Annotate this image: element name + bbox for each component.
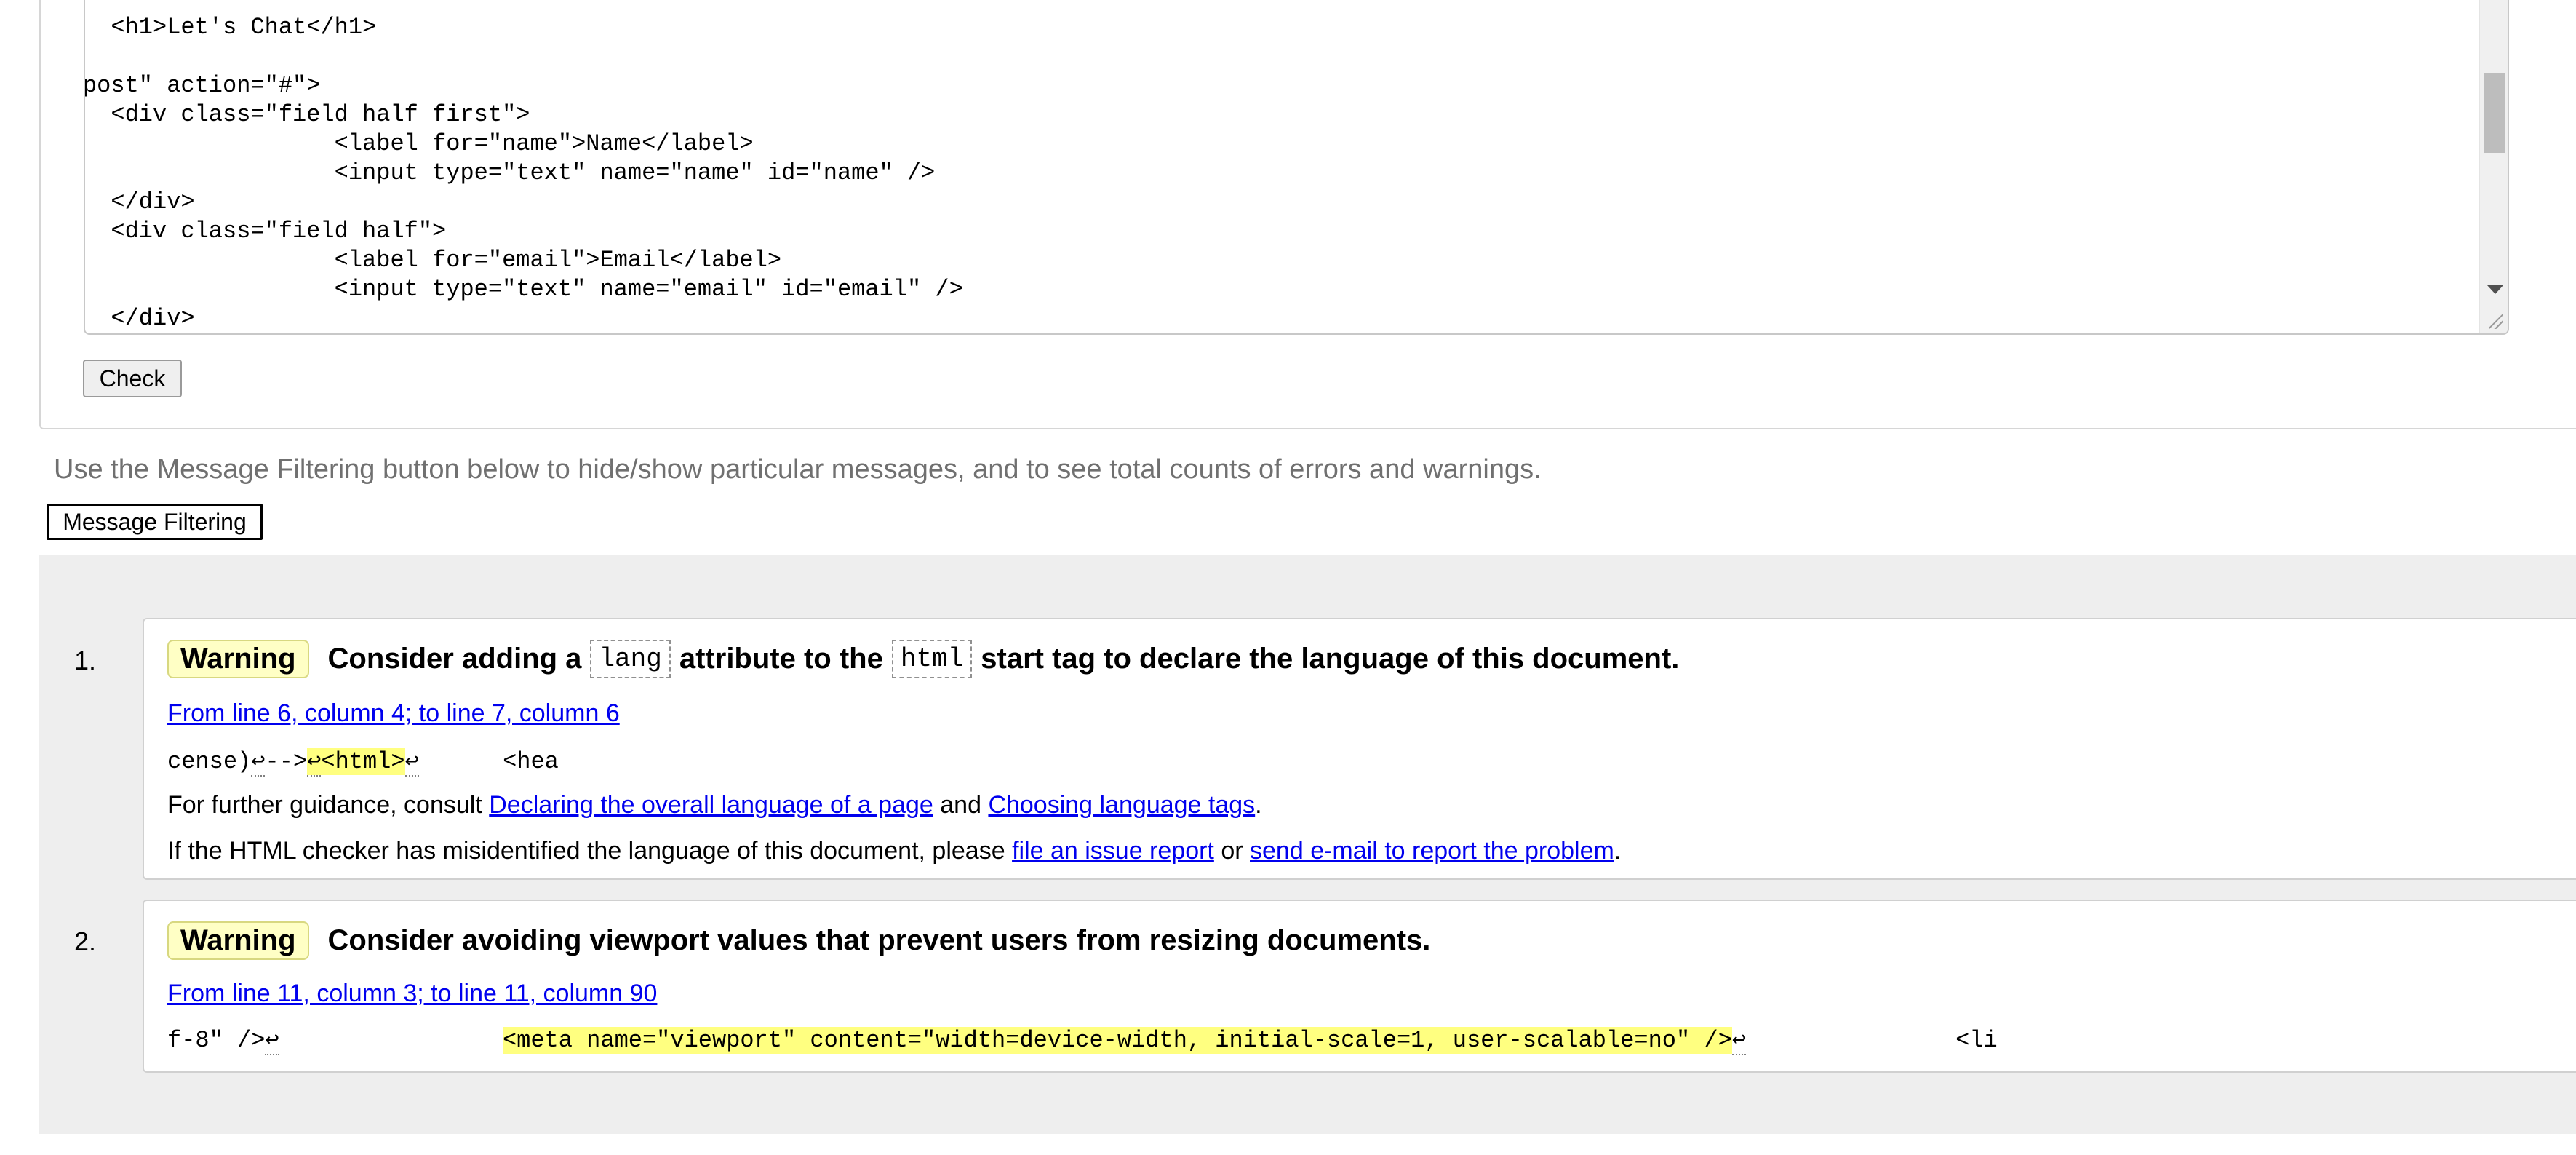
highlighted-extract: <meta name="viewport" content="width=dev… [502, 1027, 1732, 1054]
check-button[interactable]: Check [83, 360, 182, 397]
line-break-icon: ↩ [1731, 1027, 1747, 1055]
message-item: Warning Consider adding a lang attribute… [143, 618, 2576, 880]
issue-report-text: If the HTML checker has misidentified th… [167, 837, 1622, 865]
file-issue-link[interactable]: file an issue report [1012, 837, 1214, 865]
scroll-down-arrow-icon[interactable] [2487, 285, 2503, 294]
send-email-link[interactable]: send e-mail to report the problem [1250, 837, 1614, 865]
filtering-hint: Use the Message Filtering button below t… [54, 454, 1542, 485]
location-link[interactable]: From line 6, column 4; to line 7, column… [167, 699, 620, 728]
line-break-icon: ↩ [251, 748, 266, 777]
results-panel: 1. Warning Consider adding a lang attrib… [39, 555, 2576, 1134]
line-break-icon: ↩ [265, 1027, 279, 1055]
scrollbar-thumb[interactable] [2484, 73, 2505, 153]
message-item: Warning Consider avoiding viewport value… [143, 900, 2576, 1073]
source-code[interactable]: <header> <h1>Let's Chat</h1> </header> <… [85, 0, 963, 333]
code-extract: f-8" />↩ <meta name="viewport" content="… [167, 1027, 1998, 1055]
source-textarea[interactable]: <header> <h1>Let's Chat</h1> </header> <… [84, 0, 2509, 335]
message-heading: Warning Consider avoiding viewport value… [167, 921, 1430, 960]
warning-badge: Warning [167, 640, 309, 678]
message-heading: Warning Consider adding a lang attribute… [167, 640, 1679, 678]
highlighted-extract: ↩<html> [307, 748, 405, 777]
location-link[interactable]: From line 11, column 3; to line 11, colu… [167, 980, 657, 1008]
code-extract: cense)↩-->↩<html>↩ <hea [167, 748, 559, 777]
textarea-scrollbar[interactable] [2479, 0, 2508, 333]
warning-badge: Warning [167, 921, 309, 960]
guidance-text: For further guidance, consult Declaring … [167, 791, 1262, 819]
resize-grip-icon[interactable] [2489, 314, 2503, 329]
message-number: 2. [74, 926, 97, 956]
line-break-icon: ↩ [404, 748, 419, 777]
message-filtering-button[interactable]: Message Filtering [47, 504, 263, 540]
line-break-icon: ↩ [307, 748, 322, 777]
code-lang: lang [590, 640, 671, 678]
choosing-language-tags-link[interactable]: Choosing language tags [988, 791, 1255, 819]
declaring-language-link[interactable]: Declaring the overall language of a page [489, 791, 933, 819]
message-number: 1. [74, 646, 97, 675]
code-html: html [891, 640, 973, 678]
